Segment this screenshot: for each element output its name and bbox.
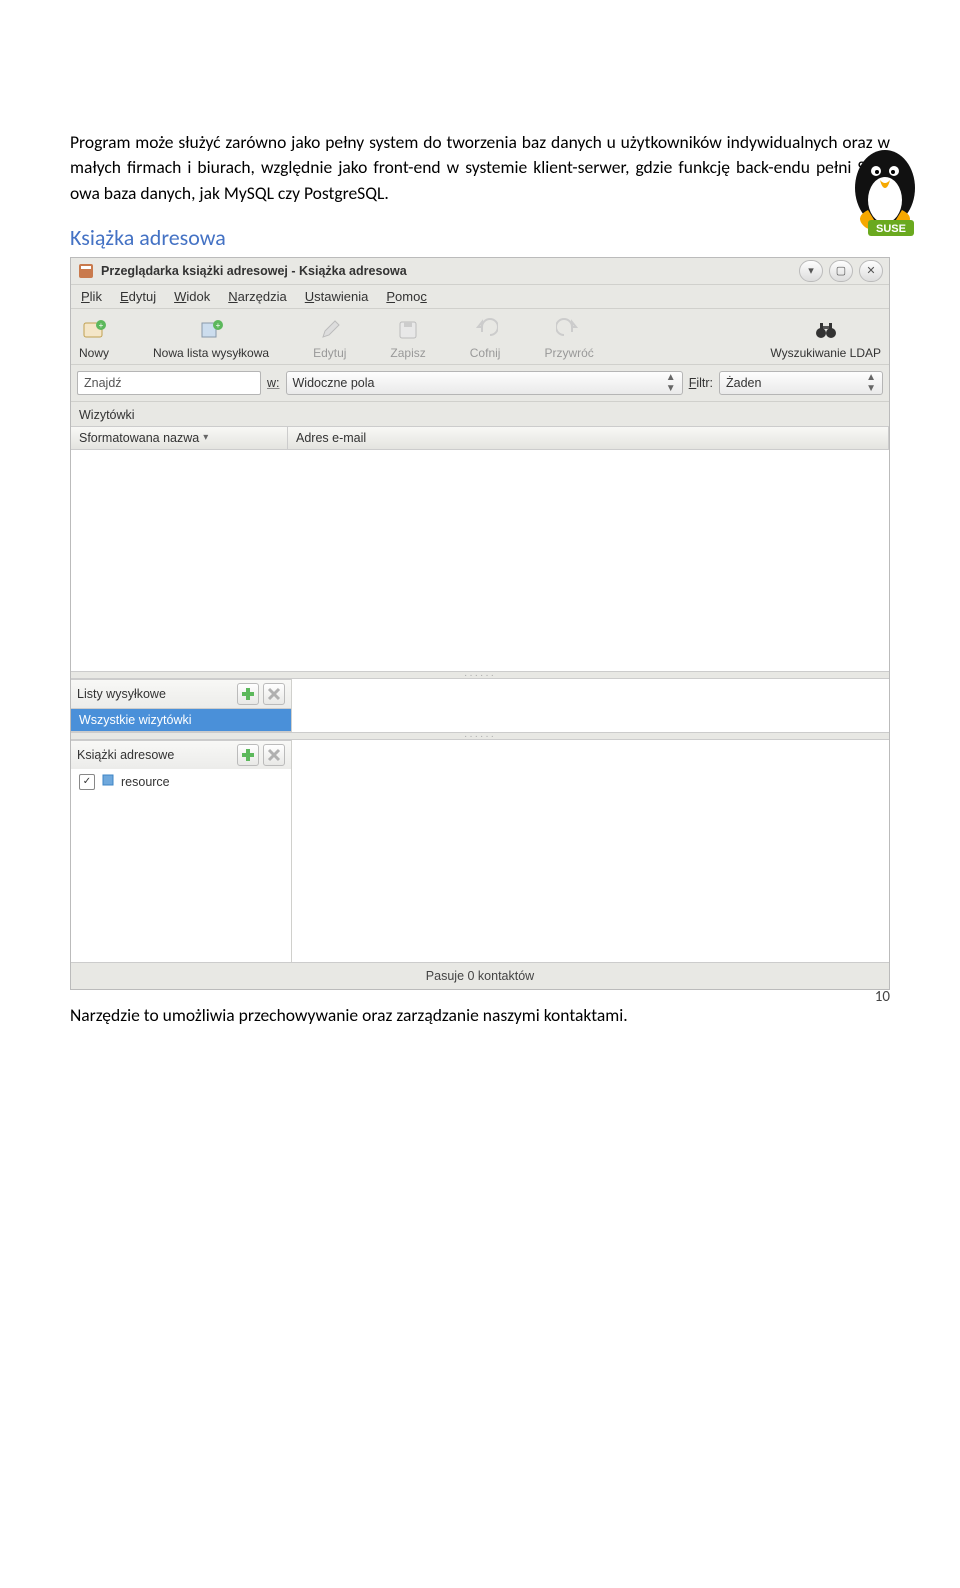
sort-icon: ▾ xyxy=(203,432,208,443)
menu-settings[interactable]: Ustawienia xyxy=(305,289,369,304)
resource-checkbox[interactable]: ✓ xyxy=(79,774,95,790)
new-card-icon: + xyxy=(81,317,107,343)
menubar: Plik Edytuj Widok Narzędzia Ustawienia P… xyxy=(71,285,889,309)
heading-address-book: Książka adresowa xyxy=(70,224,890,251)
svg-text:+: + xyxy=(216,321,221,330)
redo-button: Przywróć xyxy=(540,315,597,362)
undo-button: Cofnij xyxy=(466,315,505,362)
filter-combo[interactable]: Żaden ▲▼ xyxy=(719,371,883,395)
svg-text:+: + xyxy=(99,321,104,330)
svg-text:SUSE: SUSE xyxy=(876,223,906,235)
splitter-2[interactable] xyxy=(71,732,889,740)
menu-view[interactable]: Widok xyxy=(174,289,210,304)
splitter-1[interactable] xyxy=(71,671,889,679)
undo-icon xyxy=(472,317,498,343)
edit-icon xyxy=(317,317,343,343)
edit-button: Edytuj xyxy=(309,315,350,362)
paragraph-1: Program może służyć zarówno jako pełny s… xyxy=(70,130,890,206)
field-combo[interactable]: Widoczne pola ▲▼ xyxy=(286,371,683,395)
toolbar: + Nowy + Nowa lista wysyłkowa Edytuj Zap… xyxy=(71,309,889,365)
cards-label: Wizytówki xyxy=(71,402,889,426)
binoculars-icon xyxy=(813,317,839,343)
address-book-window: Przeglądarka książki adresowej - Książka… xyxy=(70,257,890,990)
books-header: Książki adresowe xyxy=(71,740,291,769)
lists-header: Listy wysyłkowe xyxy=(71,679,291,708)
delete-list-button[interactable] xyxy=(263,683,285,705)
menu-file[interactable]: Plik xyxy=(81,289,102,304)
list-detail-area[interactable] xyxy=(292,679,889,732)
menu-help[interactable]: Pomoc xyxy=(386,289,426,304)
redo-icon xyxy=(556,317,582,343)
all-cards-row[interactable]: Wszystkie wizytówki xyxy=(71,708,291,732)
cards-list-area[interactable] xyxy=(71,450,889,672)
book-detail-area[interactable] xyxy=(292,740,889,962)
add-list-button[interactable] xyxy=(237,683,259,705)
close-button[interactable]: ✕ xyxy=(859,260,883,282)
col-email[interactable]: Adres e-mail xyxy=(288,427,889,449)
titlebar[interactable]: Przeglądarka książki adresowej - Książka… xyxy=(71,258,889,285)
new-button[interactable]: + Nowy xyxy=(75,315,113,362)
window-body: Wizytówki Sformatowana nazwa ▾ Adres e-m… xyxy=(71,402,889,962)
delete-book-button[interactable] xyxy=(263,744,285,766)
columns-row: Sformatowana nazwa ▾ Adres e-mail xyxy=(71,426,889,450)
filter-label: Filtr: xyxy=(689,376,713,390)
search-bar: Znajdź w: Widoczne pola ▲▼ Filtr: Żaden … xyxy=(71,365,889,402)
menu-tools[interactable]: Narzędzia xyxy=(228,289,287,304)
col-formatted-name[interactable]: Sformatowana nazwa ▾ xyxy=(71,427,288,449)
status-bar: Pasuje 0 kontaktów xyxy=(71,962,889,989)
minimize-button[interactable]: ▾ xyxy=(799,260,823,282)
page-number: 10 xyxy=(875,988,890,1006)
new-list-button[interactable]: + Nowa lista wysyłkowa xyxy=(149,315,273,362)
new-list-icon: + xyxy=(198,317,224,343)
spinner-icon: ▲▼ xyxy=(666,372,676,394)
tux-suse-logo: SUSE xyxy=(840,138,930,238)
app-icon xyxy=(77,262,95,280)
in-label: w: xyxy=(267,376,280,390)
menu-edit[interactable]: Edytuj xyxy=(120,289,156,304)
ldap-button[interactable]: Wyszukiwanie LDAP xyxy=(766,315,885,362)
paragraph-2: Narzędzie to umożliwia przechowywanie or… xyxy=(70,1004,890,1026)
maximize-button[interactable]: ▢ xyxy=(829,260,853,282)
save-button: Zapisz xyxy=(386,315,429,362)
find-input[interactable]: Znajdź xyxy=(77,371,261,395)
add-book-button[interactable] xyxy=(237,744,259,766)
save-icon xyxy=(395,317,421,343)
window-title: Przeglądarka książki adresowej - Książka… xyxy=(101,264,793,278)
books-area[interactable] xyxy=(71,794,291,962)
book-icon xyxy=(101,773,115,790)
resource-row[interactable]: ✓ resource xyxy=(71,769,291,794)
spinner-icon: ▲▼ xyxy=(866,372,876,394)
